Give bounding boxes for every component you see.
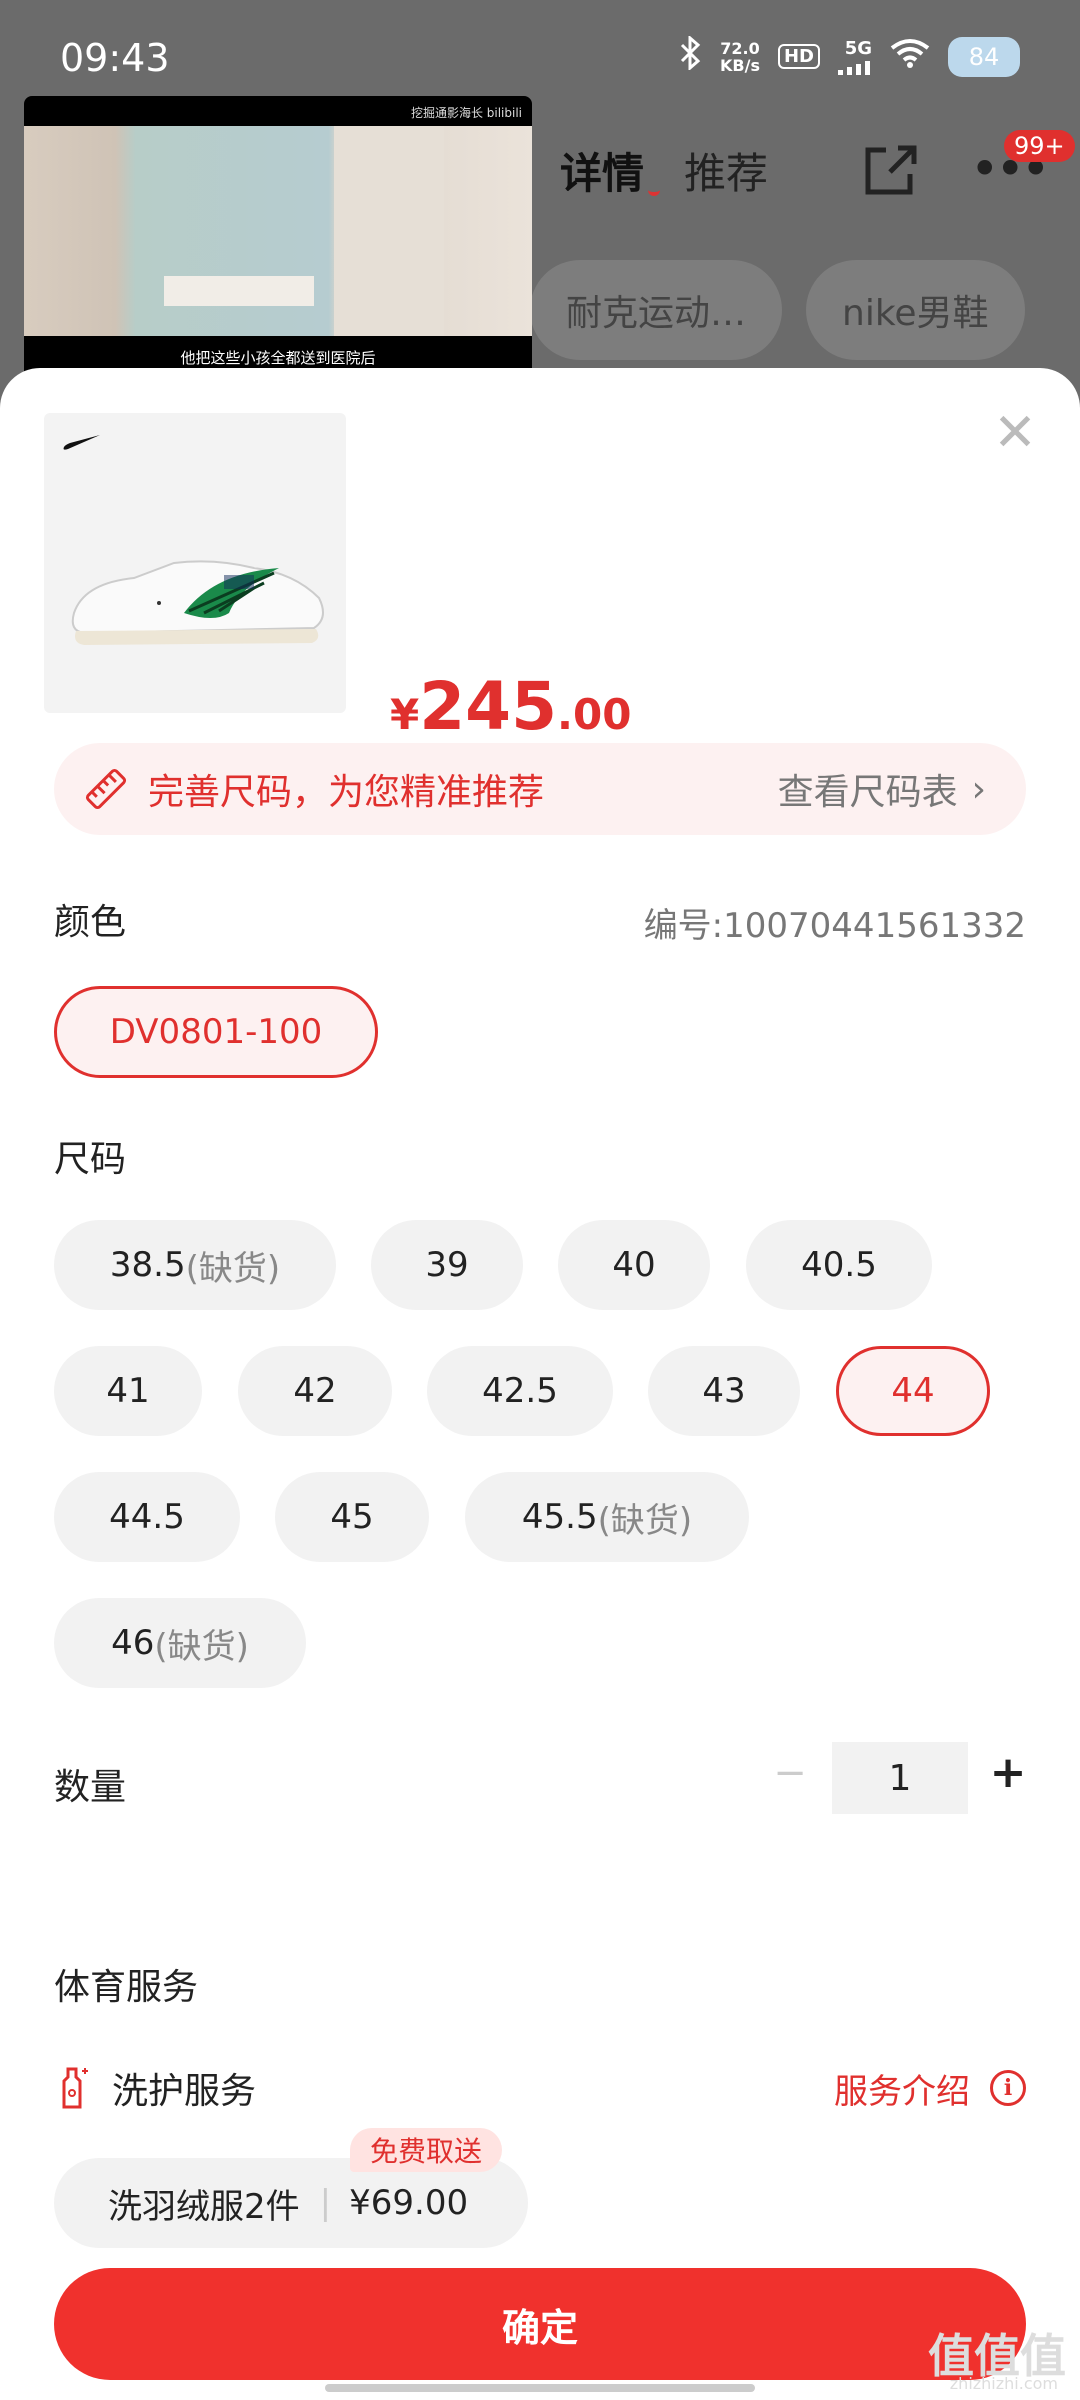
size-option[interactable]: 46 (缺货) (54, 1598, 306, 1688)
chevron-right-icon: › (971, 768, 986, 810)
size-value: 39 (425, 1245, 469, 1285)
size-option-selected[interactable]: 44 (836, 1346, 990, 1436)
service-intro-label: 服务介绍 (834, 2071, 970, 2112)
service-option-name: 洗羽绒服2件 (108, 2186, 300, 2227)
size-value: 40.5 (801, 1245, 877, 1285)
size-option[interactable]: 43 (648, 1346, 800, 1436)
service-intro-link[interactable]: 服务介绍 i (834, 2064, 1026, 2113)
quantity-decrease-button[interactable]: − (770, 1753, 810, 1793)
ruler-icon (85, 768, 127, 810)
size-value: 42.5 (482, 1371, 558, 1411)
size-option[interactable]: 45.5 (缺货) (465, 1472, 749, 1562)
search-chip[interactable]: 耐克运动… (530, 260, 783, 360)
network-type: 5G (844, 37, 872, 59)
size-option[interactable]: 40.5 (746, 1220, 932, 1310)
free-pickup-badge: 免费取送 (350, 2128, 503, 2172)
size-recommend-banner[interactable]: 完善尺码，为您精准推荐 查看尺码表 › (54, 743, 1026, 835)
size-option[interactable]: 39 (371, 1220, 523, 1310)
size-option[interactable]: 42 (238, 1346, 392, 1436)
divider: | (319, 2183, 332, 2223)
size-value: 38.5 (109, 1245, 186, 1285)
network-speed: 72.0 KB/s (720, 40, 760, 74)
close-icon[interactable]: ✕ (990, 407, 1040, 459)
service-name: 洗护服务 (112, 2071, 257, 2112)
home-indicator[interactable] (325, 2384, 755, 2392)
network-speed-unit: KB/s (720, 55, 760, 75)
size-value: 42 (293, 1371, 337, 1411)
size-value: 45 (330, 1497, 374, 1537)
battery-icon: 84 (948, 36, 1020, 77)
size-option[interactable]: 45 (275, 1472, 429, 1562)
video-frame-detail (164, 276, 314, 306)
network-speed-value: 72.0 (720, 38, 760, 58)
status-icons: 72.0 KB/s HD 5G 84 (680, 34, 1020, 77)
product-image[interactable] (44, 413, 346, 713)
quantity-label: 数量 (54, 1767, 127, 1808)
price-currency: ¥ (390, 690, 420, 739)
size-stock-note: (缺货) (154, 1626, 249, 1667)
size-value: 46 (111, 1623, 155, 1663)
tab-recommend[interactable]: 推荐 (684, 140, 768, 201)
size-value: 44 (891, 1371, 935, 1411)
size-value: 40 (612, 1245, 656, 1285)
bluetooth-icon (680, 34, 702, 77)
video-channel-label: 挖掘通影海长 bilibili (410, 106, 522, 120)
search-chip[interactable]: nike男鞋 (806, 260, 1025, 360)
service-row: 洗护服务 服务介绍 i (54, 2058, 1026, 2118)
size-value: 44.5 (109, 1497, 185, 1537)
hd-icon: HD (777, 44, 820, 69)
status-time: 09:43 (60, 36, 170, 80)
shoe-image (71, 560, 324, 645)
nike-logo-icon (63, 435, 100, 450)
detergent-bottle-icon (62, 2067, 88, 2109)
size-stock-note: (缺货) (185, 1248, 281, 1289)
quantity-input[interactable]: 1 (832, 1742, 968, 1814)
wifi-icon (890, 38, 930, 75)
product-code: 编号:10070441561332 (643, 906, 1026, 946)
size-value: 45.5 (521, 1497, 598, 1537)
size-stock-note: (缺货) (597, 1500, 693, 1541)
quantity-increase-button[interactable]: + (988, 1748, 1028, 1798)
size-label: 尺码 (54, 1139, 127, 1180)
top-tabs: 详情 推荐 (560, 140, 768, 201)
video-subtitle: 他把这些小孩全都送到医院后 (180, 349, 376, 367)
size-option[interactable]: 42.5 (427, 1346, 613, 1436)
video-frame-detail (334, 126, 444, 336)
color-option-selected[interactable]: DV0801-100 (54, 986, 378, 1078)
price-decimal: .00 (557, 690, 632, 739)
sports-service-label: 体育服务 (54, 1967, 199, 2008)
size-option[interactable]: 38.5 (缺货) (54, 1220, 336, 1310)
size-value: 41 (106, 1371, 150, 1411)
size-option[interactable]: 41 (54, 1346, 202, 1436)
product-price: ¥245.00 (390, 668, 631, 745)
tab-detail[interactable]: 详情 (560, 140, 644, 201)
notification-badge: 99+ (1004, 130, 1075, 162)
size-option[interactable]: 40 (558, 1220, 710, 1310)
floating-video-player[interactable]: 挖掘通影海长 bilibili 他把这些小孩全都送到医院后 (24, 96, 532, 380)
sku-selection-sheet: ✕ ¥245.00 完善尺码，为您精准推荐 查看尺码表 › 颜色 编号:1007… (0, 368, 1080, 2400)
confirm-button[interactable]: 确定 (54, 2268, 1026, 2380)
color-label: 颜色 (54, 902, 127, 943)
price-integer: 245 (419, 668, 558, 745)
search-chips: 耐克运动… nike男鞋 (530, 260, 1025, 360)
size-value: 43 (702, 1371, 746, 1411)
size-tip-text: 完善尺码，为您精准推荐 (148, 772, 545, 813)
share-icon[interactable] (860, 140, 920, 200)
size-chart-link[interactable]: 查看尺码表 › (778, 763, 986, 815)
size-chart-link-label: 查看尺码表 (777, 772, 958, 813)
size-option[interactable]: 44.5 (54, 1472, 240, 1562)
signal-icon: 5G (838, 37, 872, 75)
service-option-price: ¥69.00 (349, 2183, 469, 2223)
watermark-url: zhizhizhi.com (949, 2374, 1058, 2393)
info-icon: i (990, 2070, 1026, 2106)
